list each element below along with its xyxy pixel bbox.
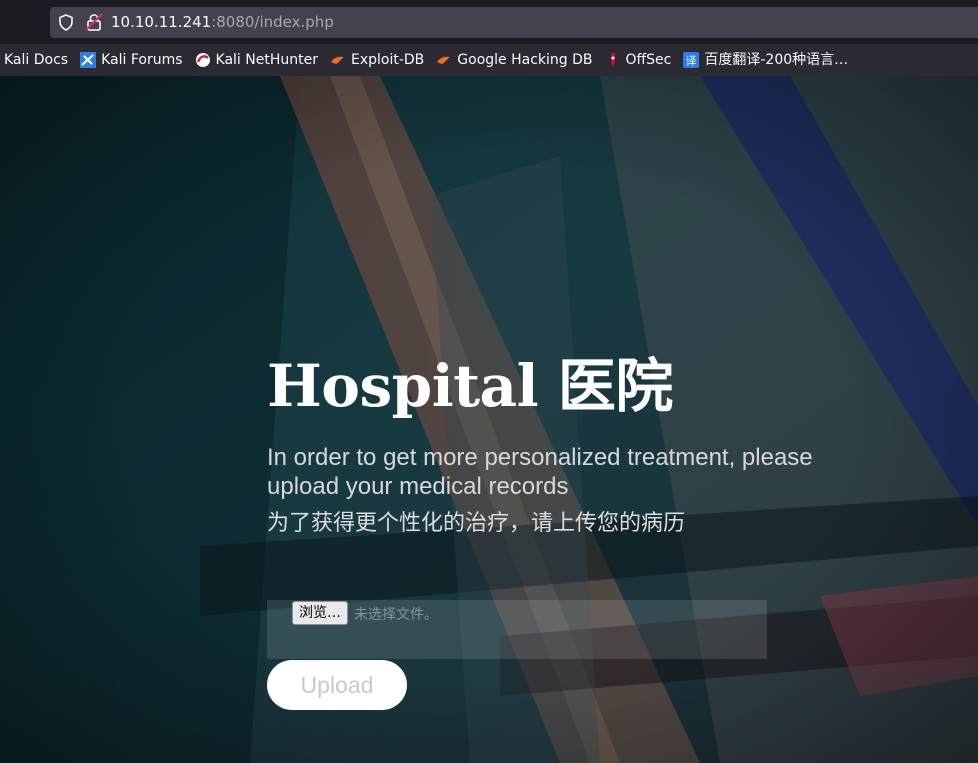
- offsec-icon: [610, 53, 615, 67]
- shield-icon[interactable]: [58, 14, 74, 31]
- svg-text:译: 译: [686, 55, 697, 68]
- bookmark-kali-nethunter[interactable]: Kali NetHunter: [195, 44, 318, 76]
- bookmark-label: 百度翻译-200种语言…: [704, 52, 849, 68]
- bookmark-baidu-translate[interactable]: 译 百度翻译-200种语言…: [683, 44, 848, 76]
- bookmark-kali-docs[interactable]: Kali Docs: [4, 44, 68, 76]
- upload-button[interactable]: Upload: [267, 660, 407, 710]
- page-subtitle: In order to get more personalized treatm…: [267, 444, 813, 500]
- url-host: 10.10.11.241: [111, 13, 212, 31]
- file-status-text: 未选择文件。: [354, 607, 438, 623]
- page-title: Hospital 医院: [267, 352, 673, 420]
- bookmark-label: Exploit-DB: [350, 52, 425, 68]
- browse-button[interactable]: 浏览…: [292, 601, 348, 625]
- bookmark-kali-forums[interactable]: Kali Forums: [80, 44, 183, 76]
- exploit-db-icon: [330, 56, 344, 64]
- bookmarks-toolbar: Kali Docs Kali Forums Kali NetHunter Exp…: [0, 44, 978, 76]
- baidu-translate-icon: 译: [683, 52, 700, 68]
- kali-nethunter-icon: [195, 53, 210, 67]
- page-subtitle-chinese: 为了获得更个性化的治疗，请上传您的病历: [267, 511, 686, 536]
- file-input[interactable]: 浏览… 未选择文件。: [267, 600, 767, 659]
- bookmark-google-hacking-db[interactable]: Google Hacking DB: [436, 44, 593, 76]
- bookmark-offsec[interactable]: OffSec: [605, 44, 672, 76]
- google-hacking-db-icon: [437, 56, 451, 64]
- bookmark-label: OffSec: [625, 52, 672, 68]
- page-content: Hospital 医院 In order to get more persona…: [0, 76, 978, 763]
- bookmark-label: Kali NetHunter: [215, 52, 318, 68]
- bookmark-label: Kali Docs: [4, 52, 69, 68]
- bookmark-exploit-db[interactable]: Exploit-DB: [330, 44, 424, 76]
- insecure-lock-icon[interactable]: [85, 13, 103, 31]
- kali-forums-icon: [80, 52, 97, 68]
- browser-toolbar: 10.10.11.241:8080/index.php: [0, 0, 978, 44]
- bookmark-label: Kali Forums: [101, 52, 183, 68]
- bookmark-label: Google Hacking DB: [457, 52, 593, 68]
- url-text[interactable]: 10.10.11.241:8080/index.php: [111, 12, 334, 32]
- url-path: :8080/index.php: [211, 13, 334, 31]
